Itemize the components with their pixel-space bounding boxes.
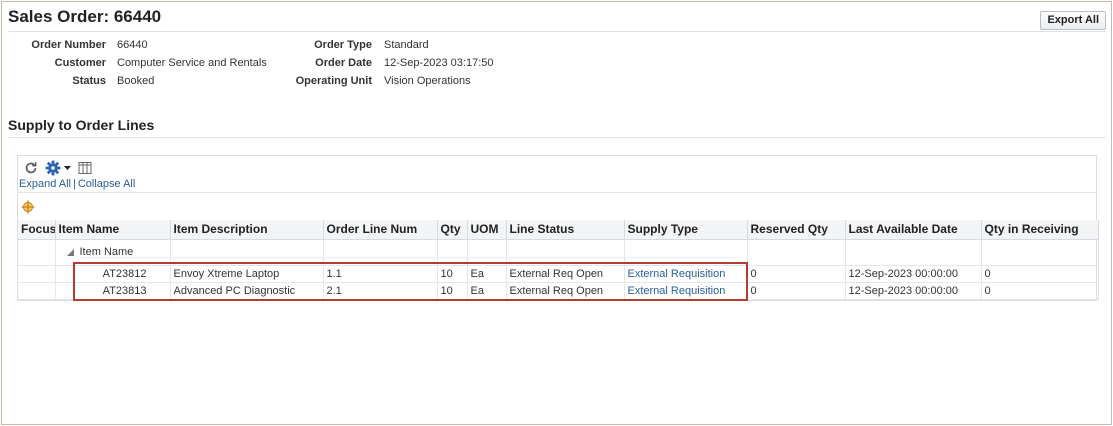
operating-unit-label: Operating Unit [295, 75, 372, 87]
item-description-cell: Envoy Xtreme Laptop [170, 265, 324, 283]
order-date-value: 12-Sep-2023 03:17:50 [384, 57, 494, 69]
qty-in-receiving-cell: 0 [981, 282, 1099, 300]
col-header-item-description[interactable]: Item Description [170, 220, 324, 240]
order-number-label: Order Number [31, 39, 106, 51]
order-type-label: Order Type [314, 39, 372, 51]
expand-collapse-links: Expand All | Collapse All [19, 178, 135, 190]
tree-group-row: Item Name [18, 239, 1099, 266]
title-divider [8, 31, 1106, 32]
tree-collapse-icon[interactable] [66, 248, 74, 256]
collapse-all-link[interactable]: Collapse All [78, 178, 135, 190]
focus-crosshair-icon[interactable] [21, 200, 35, 214]
supply-type-cell: External Requisition [624, 265, 748, 283]
col-header-uom[interactable]: UOM [467, 220, 507, 240]
order-line-num-cell: 2.1 [323, 282, 438, 300]
last-available-date-cell: 12-Sep-2023 00:00:00 [845, 265, 982, 283]
supply-lines-table: Focus Item Name Item Description Order L… [18, 220, 1099, 300]
status-value: Booked [117, 75, 155, 87]
reserved-qty-cell: 0 [747, 282, 846, 300]
col-header-item-name[interactable]: Item Name [55, 220, 171, 240]
toolbar-divider [18, 192, 1096, 193]
last-available-date-cell: 12-Sep-2023 00:00:00 [845, 282, 982, 300]
col-header-qty-in-receiving[interactable]: Qty in Receiving [981, 220, 1099, 240]
supply-type-link[interactable]: External Requisition [628, 268, 726, 280]
section-divider [8, 137, 1106, 138]
section-title: Supply to Order Lines [8, 117, 155, 133]
line-status-cell: External Req Open [506, 265, 625, 283]
order-number-value: 66440 [117, 39, 148, 51]
col-header-last-available-date[interactable]: Last Available Date [845, 220, 982, 240]
uom-cell: Ea [467, 282, 507, 300]
item-name-cell: AT23812 [55, 265, 171, 283]
line-status-cell: External Req Open [506, 282, 625, 300]
table-header-row: Focus Item Name Item Description Order L… [18, 220, 1099, 240]
focus-cell [18, 265, 56, 283]
order-type-value: Standard [384, 39, 429, 51]
supply-type-cell: External Requisition [624, 282, 748, 300]
col-header-supply-type[interactable]: Supply Type [624, 220, 748, 240]
reserved-qty-cell: 0 [747, 265, 846, 283]
col-header-qty[interactable]: Qty [437, 220, 468, 240]
order-date-label: Order Date [315, 57, 372, 69]
customer-label: Customer [54, 57, 106, 69]
focus-cell [18, 239, 56, 266]
tree-group-cell: Item Name [55, 239, 171, 266]
gear-icon[interactable] [45, 160, 71, 176]
tree-group-label: Item Name [79, 246, 134, 258]
link-separator: | [72, 178, 76, 190]
table-toolbar [23, 159, 93, 177]
table-row[interactable]: AT23813 Advanced PC Diagnostic 2.1 10 Ea… [18, 282, 1099, 300]
qty-cell: 10 [437, 282, 468, 300]
refresh-icon[interactable] [23, 160, 39, 176]
status-label: Status [72, 75, 106, 87]
table-row[interactable]: AT23812 Envoy Xtreme Laptop 1.1 10 Ea Ex… [18, 265, 1099, 283]
qty-cell: 10 [437, 265, 468, 283]
qty-in-receiving-cell: 0 [981, 265, 1099, 283]
focus-cell [18, 282, 56, 300]
col-header-focus[interactable]: Focus [18, 220, 56, 240]
page-title: Sales Order: 66440 [8, 7, 162, 26]
order-line-num-cell: 1.1 [323, 265, 438, 283]
operating-unit-value: Vision Operations [384, 75, 471, 87]
columns-icon[interactable] [77, 160, 93, 176]
uom-cell: Ea [467, 265, 507, 283]
item-description-cell: Advanced PC Diagnostic [170, 282, 324, 300]
col-header-reserved-qty[interactable]: Reserved Qty [747, 220, 846, 240]
supply-type-link[interactable]: External Requisition [628, 285, 726, 297]
item-name-cell: AT23813 [55, 282, 171, 300]
col-header-order-line-num[interactable]: Order Line Num [323, 220, 438, 240]
expand-all-link[interactable]: Expand All [19, 178, 71, 190]
customer-value: Computer Service and Rentals [117, 57, 267, 69]
export-all-button[interactable]: Export All [1040, 11, 1106, 30]
col-header-line-status[interactable]: Line Status [506, 220, 625, 240]
